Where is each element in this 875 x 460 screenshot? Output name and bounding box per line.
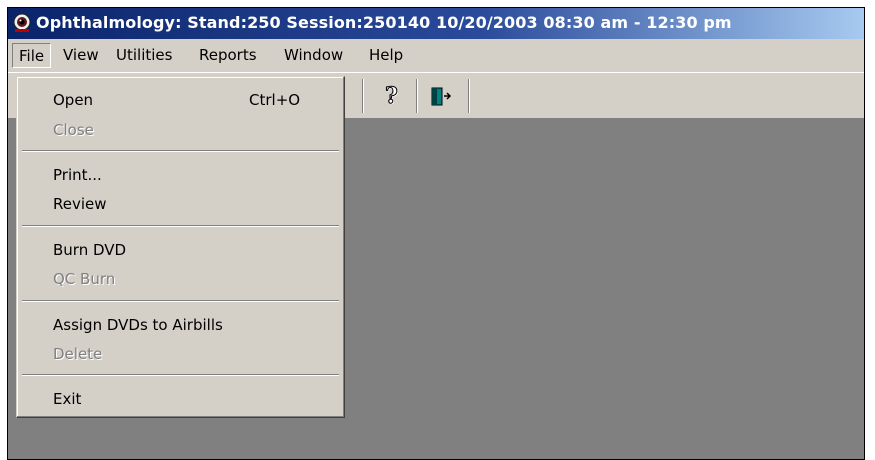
file-menu-dropdown: Open Ctrl+O Close Print... Review Burn D… xyxy=(16,76,345,418)
app-window: Ophthalmology: Stand:250 Session:250140 … xyxy=(7,7,865,460)
menu-separator xyxy=(22,150,339,152)
window-title: Ophthalmology: Stand:250 Session:250140 … xyxy=(36,13,732,32)
menu-view[interactable]: View xyxy=(57,43,105,68)
ophthalmology-eye-icon xyxy=(12,13,32,33)
exit-door-icon[interactable] xyxy=(428,81,454,111)
menu-item-qc-burn: QC Burn xyxy=(53,270,116,288)
menu-reports[interactable]: Reports xyxy=(193,43,263,68)
menu-item-close: Close xyxy=(53,121,94,139)
shortcut-ctrl-o: Ctrl+O xyxy=(249,91,301,109)
menu-window[interactable]: Window xyxy=(278,43,349,68)
menu-separator xyxy=(22,300,339,302)
menu-item-review[interactable]: Review xyxy=(20,191,341,217)
menu-item-assign-dvds-to-airbills[interactable]: Assign DVDs to Airbills xyxy=(20,312,341,338)
menu-help[interactable]: Help xyxy=(363,43,409,68)
menu-separator xyxy=(22,374,339,376)
menu-utilities[interactable]: Utilities xyxy=(110,43,178,68)
menu-item-open[interactable]: Open Ctrl+O xyxy=(20,87,341,113)
menu-item-exit[interactable]: Exit xyxy=(20,386,341,412)
menu-file[interactable]: File xyxy=(12,43,52,68)
menu-item-delete: Delete xyxy=(53,345,103,363)
title-bar[interactable]: Ophthalmology: Stand:250 Session:250140 … xyxy=(8,8,864,39)
svg-text:?: ? xyxy=(385,83,398,109)
menu-item-burn-dvd[interactable]: Burn DVD xyxy=(20,237,341,263)
menu-separator xyxy=(22,225,339,227)
menu-item-print[interactable]: Print... xyxy=(20,162,341,188)
question-mark-help-icon[interactable]: ? ? xyxy=(380,81,406,111)
toolbar-separator xyxy=(468,79,470,113)
toolbar-separator xyxy=(416,79,418,113)
menu-bar: File View Utilities Reports Window Help xyxy=(8,39,864,72)
toolbar-separator xyxy=(362,79,364,113)
